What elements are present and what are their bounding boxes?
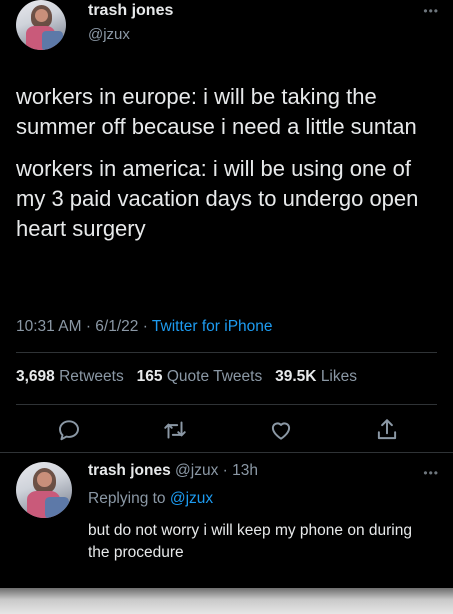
retweet-icon[interactable] — [162, 417, 188, 443]
reply-text: but do not worry i will keep my phone on… — [88, 522, 412, 562]
likes-label: Likes — [320, 368, 357, 385]
tweet-date[interactable]: 6/1/22 — [95, 318, 138, 335]
reply-header: trash jones @jzux · 13h — [88, 462, 258, 480]
heart-icon[interactable] — [268, 417, 294, 443]
tweet-stats: 3,698 Retweets 165 Quote Tweets 39.5K Li… — [16, 368, 357, 386]
more-icon[interactable]: ••• — [423, 466, 439, 480]
avatar-face — [37, 472, 52, 487]
avatar-jeans — [42, 31, 63, 50]
separator-dot: · — [142, 318, 152, 335]
retweets-label: Retweets — [59, 368, 124, 385]
likes-stat[interactable]: 39.5K Likes — [275, 368, 357, 385]
tweet-time[interactable]: 10:31 AM — [16, 318, 82, 335]
cropped-bottom-edge — [0, 578, 453, 614]
tweet-source-link[interactable]: Twitter for iPhone — [152, 318, 273, 335]
retweets-count: 3,698 — [16, 368, 55, 385]
replying-to-link[interactable]: @jzux — [170, 490, 213, 507]
reply-handle[interactable]: @jzux — [175, 462, 218, 479]
avatar-face — [35, 9, 48, 22]
reply-author-name[interactable]: trash jones — [88, 462, 171, 479]
reply-avatar[interactable] — [16, 462, 72, 518]
separator-dot: · — [218, 462, 233, 479]
replying-to-prefix: Replying to — [88, 490, 166, 507]
retweets-stat[interactable]: 3,698 Retweets — [16, 368, 124, 385]
author-handle[interactable]: @jzux — [88, 26, 130, 43]
tweet-text-paragraph: workers in america: i will be using one … — [16, 155, 419, 241]
likes-count: 39.5K — [275, 368, 317, 385]
avatar-jeans — [45, 496, 69, 518]
more-icon[interactable]: ••• — [423, 4, 439, 18]
reply-age[interactable]: 13h — [232, 462, 258, 479]
avatar[interactable] — [16, 0, 66, 50]
replying-to: Replying to @jzux — [88, 490, 213, 508]
divider — [16, 352, 437, 353]
divider — [16, 404, 437, 405]
share-icon[interactable] — [374, 417, 400, 443]
photo-edge — [0, 588, 453, 614]
divider — [0, 452, 453, 453]
tweet-text-paragraph: workers in europe: i will be taking the … — [16, 84, 417, 139]
tweet-meta: 10:31 AM · 6/1/22 · Twitter for iPhone — [16, 318, 273, 336]
quote-tweets-stat[interactable]: 165 Quote Tweets — [137, 368, 263, 385]
separator-dot: · — [85, 318, 96, 335]
quote-tweets-count: 165 — [136, 368, 163, 385]
reply-icon[interactable] — [56, 417, 82, 443]
tweet-text: workers in europe: i will be taking the … — [16, 82, 446, 256]
quote-tweets-label: Quote Tweets — [166, 368, 263, 385]
author-name[interactable]: trash jones — [88, 2, 173, 20]
